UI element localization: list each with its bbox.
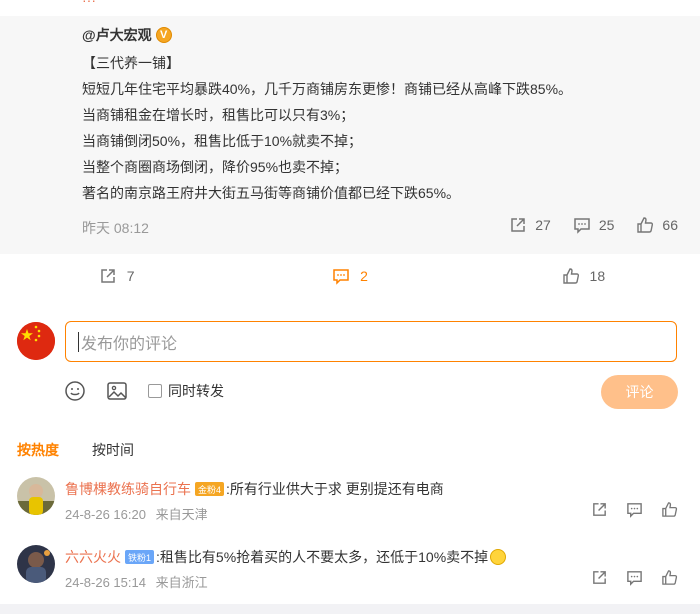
fan-badge: 金粉4 <box>195 482 225 496</box>
thumbs-up-icon[interactable] <box>661 501 678 518</box>
repost-like-count: 66 <box>662 217 678 233</box>
comment-sort-tabs: 按热度 按时间 <box>17 440 134 460</box>
comment-count: 2 <box>360 268 368 284</box>
previous-post-fragment: ··· <box>82 0 96 8</box>
commenter-name[interactable]: 鲁博棵教练骑自行车 <box>65 479 191 499</box>
fan-badge: 铁粉1 <box>125 550 155 564</box>
avatar-image <box>17 477 55 515</box>
comment-date: 24-8-26 16:20 <box>65 507 146 522</box>
verified-icon: V <box>155 27 172 43</box>
comment-body: 六六火火 铁粉1 :租售比有5%抢着买的人不要太多，还低于10%卖不掉 <box>65 547 507 567</box>
repost-like-button[interactable]: 66 <box>636 216 678 234</box>
repost-button[interactable]: 7 <box>0 254 233 298</box>
comment-meta: 24-8-26 15:14 来自浙江 <box>65 572 214 591</box>
comment-actions <box>591 501 678 518</box>
repost-text: 【三代养一铺】 短短几年住宅平均暴跌40%，几千万商铺房东更惨！商铺已经从高峰下… <box>82 50 572 206</box>
emoji-icon[interactable] <box>64 380 86 402</box>
share-icon[interactable] <box>591 501 608 518</box>
comment-text: :所有行业供大于求 更别提还有电商 <box>226 481 444 497</box>
comment-button[interactable]: 2 <box>233 254 466 298</box>
post-action-bar: 7 2 18 <box>0 254 700 298</box>
commenter-avatar[interactable] <box>17 477 55 515</box>
commenter-avatar[interactable] <box>17 545 55 583</box>
comment-icon <box>574 218 590 234</box>
repost-line: 短短几年住宅平均暴跌40%，几千万商铺房东更惨！商铺已经从高峰下跌85%。 <box>82 81 573 97</box>
comment-icon <box>333 269 349 285</box>
thumbs-up-icon <box>562 268 579 284</box>
repost-line: 【三代养一铺】 <box>82 55 180 71</box>
tab-sort-hot[interactable]: 按热度 <box>17 440 59 460</box>
also-repost-toggle[interactable]: 同时转发 <box>148 381 224 401</box>
current-user-avatar[interactable] <box>17 322 55 360</box>
image-icon[interactable] <box>106 380 128 402</box>
composer-tools: 同时转发 <box>64 380 224 402</box>
comment-icon[interactable] <box>626 569 643 586</box>
flag-avatar-image <box>17 322 55 360</box>
comment-input[interactable]: 发布你的评论 <box>65 321 677 362</box>
submit-comment-button[interactable]: 评论 <box>601 375 678 409</box>
comment-icon[interactable] <box>626 501 643 518</box>
share-icon[interactable] <box>591 569 608 586</box>
feed-divider <box>0 604 700 614</box>
repost-line: 当商铺租金在增长时，租售比可以只有3%； <box>82 107 355 123</box>
comment-location: 来自浙江 <box>155 575 208 590</box>
comment-meta: 24-8-26 16:20 来自天津 <box>65 504 214 523</box>
commenter-name[interactable]: 六六火火 <box>65 547 121 567</box>
repost-line: 著名的南京路王府井大街五马街等商铺价值都已经下跌65%。 <box>82 185 461 201</box>
share-icon <box>101 269 115 283</box>
comment-actions <box>591 569 678 586</box>
repost-count: 7 <box>126 268 135 284</box>
repost-comment-button[interactable]: 25 <box>573 216 615 234</box>
thumbs-up-icon <box>637 217 654 233</box>
previous-post-edge: ··· <box>0 0 700 16</box>
avatar-image <box>17 545 55 583</box>
reposted-weibo: @卢大宏观 V 【三代养一铺】 短短几年住宅平均暴跌40%，几千万商铺房东更惨！… <box>0 16 700 254</box>
repost-line: 当整个商圈商场倒闭，降价95%也卖不掉； <box>82 159 349 175</box>
share-icon <box>511 218 526 232</box>
repost-time[interactable]: 昨天 08:12 <box>82 218 149 238</box>
like-count: 18 <box>589 268 606 284</box>
like-button[interactable]: 18 <box>467 254 700 298</box>
comment-location: 来自天津 <box>155 507 208 522</box>
repost-share-button[interactable]: 27 <box>509 216 551 234</box>
comment-text: :租售比有5%抢着买的人不要太多，还低于10%卖不掉 <box>156 549 489 565</box>
comment-item: 六六火火 铁粉1 :租售比有5%抢着买的人不要太多，还低于10%卖不掉 24-8… <box>0 545 700 611</box>
comment-input-placeholder: 发布你的评论 <box>81 335 178 353</box>
repost-line: 当商铺倒闭50%，租售比低于10%就卖不掉； <box>82 133 363 149</box>
comment-body: 鲁博棵教练骑自行车 金粉4 :所有行业供大于求 更别提还有电商 <box>65 479 444 499</box>
laughing-emoji-icon <box>490 549 507 565</box>
text-caret <box>78 331 79 352</box>
thumbs-up-icon[interactable] <box>661 569 678 586</box>
repost-author-name[interactable]: @卢大宏观 <box>82 25 152 45</box>
tab-sort-time[interactable]: 按时间 <box>92 440 134 460</box>
repost-comment-count: 25 <box>598 217 615 233</box>
repost-stats: 27 25 66 <box>509 216 678 234</box>
comment-item: 鲁博棵教练骑自行车 金粉4 :所有行业供大于求 更别提还有电商 24-8-26 … <box>0 477 700 543</box>
also-repost-checkbox[interactable] <box>148 384 162 398</box>
repost-share-count: 27 <box>535 217 551 233</box>
comment-date: 24-8-26 15:14 <box>65 575 146 590</box>
also-repost-label: 同时转发 <box>168 383 224 399</box>
repost-author[interactable]: @卢大宏观 V <box>82 25 172 45</box>
